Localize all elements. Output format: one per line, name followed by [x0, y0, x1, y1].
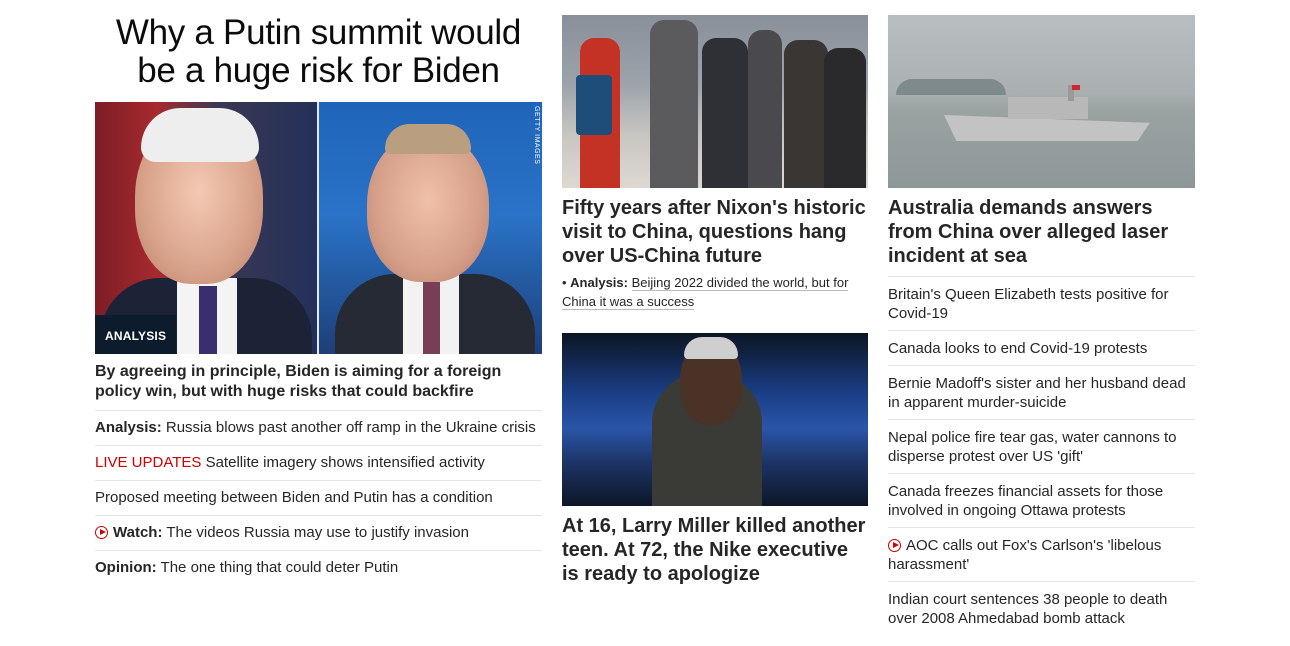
right-links-list: Britain's Queen Elizabeth tests positive…	[888, 276, 1195, 635]
right-link[interactable]: Britain's Queen Elizabeth tests positive…	[888, 276, 1195, 330]
main-headline[interactable]: Why a Putin summit would be a huge risk …	[95, 14, 542, 90]
main-story-image[interactable]: GETTY IMAGES ANALYSIS	[95, 102, 542, 354]
related-link[interactable]: Proposed meeting between Biden and Putin…	[95, 480, 542, 515]
link-prefix: Opinion:	[95, 559, 157, 576]
right-link[interactable]: AOC calls out Fox's Carlson's 'libelous …	[888, 527, 1195, 581]
play-icon	[95, 526, 108, 539]
middle-column: Fifty years after Nixon's historic visit…	[562, 0, 868, 586]
image-credit: GETTY IMAGES	[533, 106, 540, 165]
analysis-badge: ANALYSIS	[95, 315, 177, 354]
australia-story-headline[interactable]: Australia demands answers from China ove…	[888, 196, 1195, 268]
nixon-story-image[interactable]	[562, 15, 868, 188]
right-link[interactable]: Indian court sentences 38 people to deat…	[888, 581, 1195, 635]
link-prefix: Analysis:	[95, 419, 162, 436]
nixon-related-link[interactable]: • Analysis: Beijing 2022 divided the wor…	[562, 273, 868, 311]
related-link[interactable]: LIVE UPDATES Satellite imagery shows int…	[95, 445, 542, 480]
right-link[interactable]: Bernie Madoff's sister and her husband d…	[888, 365, 1195, 419]
related-links-list: Analysis: Russia blows past another off …	[95, 410, 542, 585]
larry-miller-headline[interactable]: At 16, Larry Miller killed another teen.…	[562, 514, 868, 586]
play-icon	[888, 539, 901, 552]
related-link[interactable]: Watch: The videos Russia may use to just…	[95, 515, 542, 550]
right-link[interactable]: Nepal police fire tear gas, water cannon…	[888, 419, 1195, 473]
live-updates-label: LIVE UPDATES	[95, 454, 202, 471]
australia-story-image[interactable]	[888, 15, 1195, 188]
related-link[interactable]: Opinion: The one thing that could deter …	[95, 550, 542, 585]
main-story-lead[interactable]: By agreeing in principle, Biden is aimin…	[95, 362, 542, 402]
right-link[interactable]: Canada looks to end Covid-19 protests	[888, 330, 1195, 365]
right-link[interactable]: Canada freezes financial assets for thos…	[888, 473, 1195, 527]
related-link[interactable]: Analysis: Russia blows past another off …	[95, 410, 542, 445]
nixon-story-headline[interactable]: Fifty years after Nixon's historic visit…	[562, 196, 868, 268]
link-prefix: Watch:	[113, 524, 163, 541]
right-column: Australia demands answers from China ove…	[888, 0, 1195, 635]
larry-miller-story-image[interactable]	[562, 333, 868, 506]
main-story-column: Why a Putin summit would be a huge risk …	[95, 0, 542, 585]
